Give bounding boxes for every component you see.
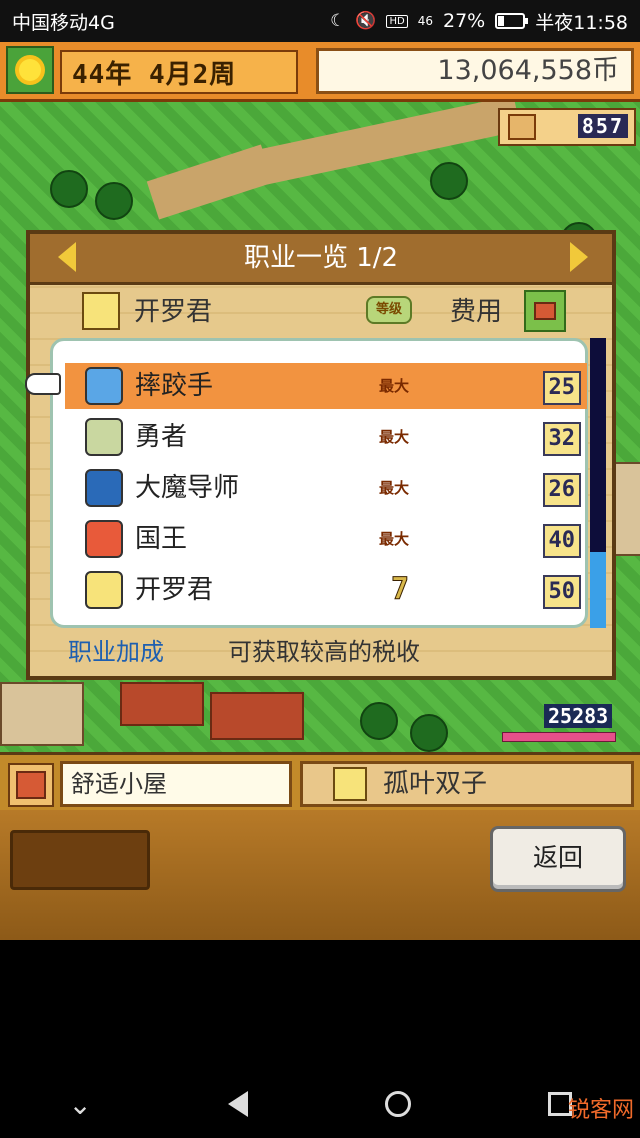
job-cost: 25 bbox=[542, 371, 581, 405]
bonus-label: 职业加成 bbox=[68, 638, 164, 666]
status-bar: 中国移动4G ☾ 🔇 HD 46 27% 半夜11:58 bbox=[0, 0, 640, 42]
date-display: 44年 4月2周 bbox=[60, 50, 298, 94]
resident-field[interactable]: 孤叶双子 bbox=[300, 761, 634, 807]
house-icon bbox=[508, 114, 536, 140]
mute-icon: 🔇 bbox=[355, 11, 377, 31]
job-row[interactable]: 大魔导师 最大 26 bbox=[65, 465, 587, 511]
score-bar bbox=[502, 732, 616, 742]
king-avatar bbox=[85, 520, 123, 558]
wrestler-avatar bbox=[85, 367, 123, 405]
building-wall bbox=[0, 682, 84, 746]
house-name: 舒适小屋 bbox=[60, 761, 292, 807]
job-level: 最大 bbox=[379, 530, 410, 548]
building-roof bbox=[210, 692, 304, 740]
kairo-avatar bbox=[85, 571, 123, 609]
tree bbox=[95, 182, 133, 220]
tree bbox=[360, 702, 398, 740]
job-level: 最大 bbox=[379, 377, 410, 395]
watermark: 锐客网 bbox=[567, 1098, 634, 1123]
job-cost: 32 bbox=[542, 422, 581, 456]
job-list-panel: 职业一览 1/2 开罗君 等级 费用 摔跤手 最大 25 勇者 最大 32 大魔… bbox=[25, 230, 616, 680]
tree bbox=[430, 162, 468, 200]
resident-name: 孤叶双子 bbox=[383, 769, 488, 799]
bottom-info-bar: 舒适小屋 孤叶双子 bbox=[0, 752, 640, 810]
job-cost: 26 bbox=[542, 473, 581, 507]
job-cost: 40 bbox=[542, 524, 581, 558]
next-page-arrow-icon[interactable] bbox=[570, 242, 588, 272]
pointing-hand-icon bbox=[25, 373, 61, 395]
hd-icon: HD bbox=[386, 14, 408, 28]
job-row[interactable]: 开罗君 7 50 bbox=[65, 567, 587, 613]
job-row[interactable]: 勇者 最大 32 bbox=[65, 414, 587, 460]
chevron-down-icon[interactable]: ⌄ bbox=[68, 1088, 91, 1121]
job-name: 国王 bbox=[135, 524, 188, 554]
panel-title: 职业一览 1/2 bbox=[243, 243, 399, 273]
archmage-avatar bbox=[85, 469, 123, 507]
dirt-path bbox=[259, 95, 521, 185]
lower-area: 返回 bbox=[0, 810, 640, 940]
clock: 半夜11:58 bbox=[535, 11, 628, 34]
hero-avatar bbox=[85, 418, 123, 456]
level-badge: 等级 bbox=[366, 296, 412, 324]
job-name: 开罗君 bbox=[135, 575, 214, 605]
home-icon[interactable] bbox=[385, 1091, 412, 1117]
tree bbox=[50, 170, 88, 208]
list-scrollbar[interactable] bbox=[590, 338, 606, 628]
current-character-avatar bbox=[82, 292, 120, 330]
return-button[interactable]: 返回 bbox=[490, 826, 626, 892]
nav-bar: ⌄ bbox=[0, 1070, 640, 1138]
network-label: 46 bbox=[417, 14, 433, 28]
job-list[interactable]: 摔跤手 最大 25 勇者 最大 32 大魔导师 最大 26 国王 最大 40 开… bbox=[25, 338, 588, 628]
scrollbar-thumb[interactable] bbox=[590, 552, 606, 628]
job-cost: 50 bbox=[542, 575, 581, 609]
money-display: 13,064,558币 bbox=[316, 48, 634, 94]
empty-slot bbox=[10, 830, 150, 890]
job-name: 摔跤手 bbox=[135, 371, 214, 401]
job-level: 最大 bbox=[379, 479, 410, 497]
job-row[interactable]: 摔跤手 最大 25 bbox=[25, 363, 587, 409]
job-name: 大魔导师 bbox=[135, 473, 240, 503]
job-level: 7 bbox=[390, 572, 410, 608]
tree bbox=[410, 714, 448, 752]
top-bar: 44年 4月2周 13,064,558币 bbox=[0, 42, 640, 102]
house-cost-icon bbox=[524, 290, 566, 332]
moon-icon: ☾ bbox=[330, 11, 346, 31]
back-icon[interactable] bbox=[228, 1091, 249, 1117]
panel-header: 职业一览 1/2 bbox=[30, 234, 612, 285]
current-character-name: 开罗君 bbox=[134, 297, 213, 327]
flower-icon[interactable] bbox=[6, 46, 54, 94]
building-roof bbox=[120, 682, 204, 726]
battery-percent: 27% bbox=[443, 10, 486, 32]
population-display[interactable]: 857 bbox=[498, 108, 636, 146]
carrier-label: 中国移动4G bbox=[12, 11, 115, 34]
cost-header: 费用 bbox=[450, 297, 503, 327]
population-count: 857 bbox=[577, 114, 628, 138]
score-display: 25283 bbox=[544, 704, 613, 728]
resident-avatar bbox=[333, 767, 367, 801]
dirt-path bbox=[146, 144, 274, 220]
battery-icon bbox=[495, 13, 529, 29]
job-name: 勇者 bbox=[135, 422, 188, 452]
bonus-description: 可获取较高的税收 bbox=[228, 638, 420, 666]
job-row[interactable]: 国王 最大 40 bbox=[65, 516, 587, 562]
house-icon bbox=[8, 763, 54, 807]
job-level: 最大 bbox=[379, 428, 410, 446]
